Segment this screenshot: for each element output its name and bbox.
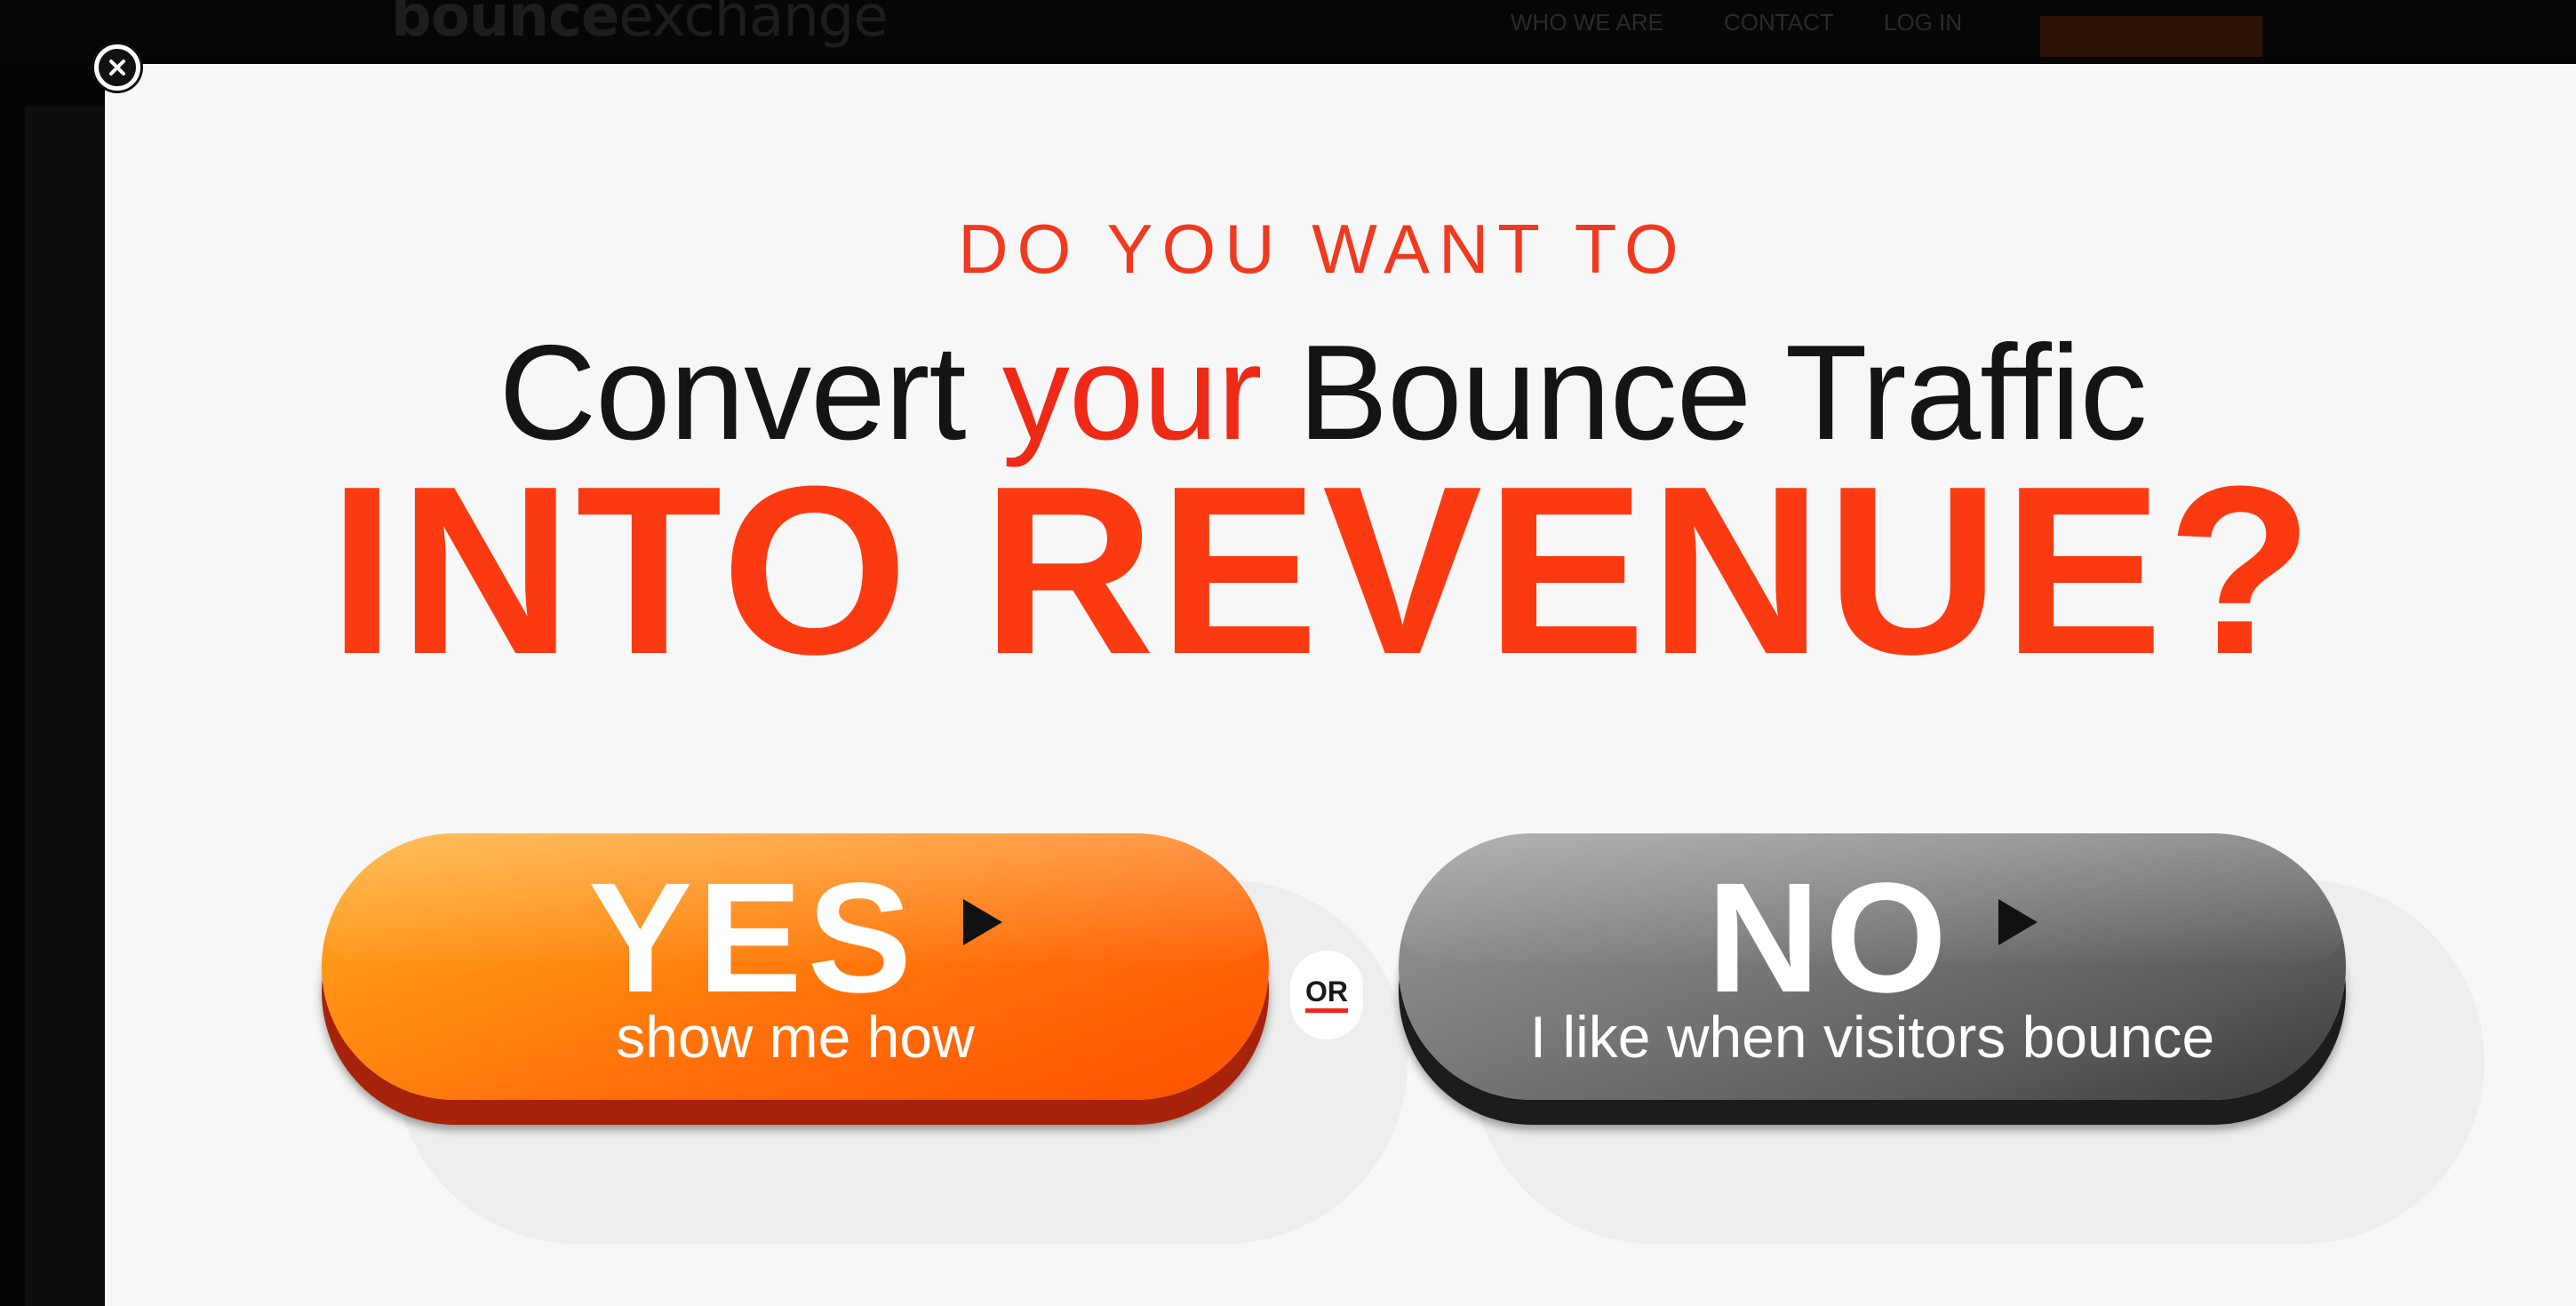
no-button-subtext: I like when visitors bounce — [1529, 1004, 2215, 1070]
no-button-main: NO — [1399, 860, 2346, 1016]
yes-button-main: YES — [322, 860, 1269, 1016]
background-cta-button — [2040, 16, 2262, 57]
or-label: OR — [1305, 977, 1348, 1013]
yes-button-subtext: show me how — [616, 1004, 975, 1070]
background-nav-item: LOG IN — [1884, 9, 1963, 36]
no-visitors-bounce-button[interactable]: NO I like when visitors bounce — [1399, 833, 2346, 1100]
headline-emphasis: INTO REVENUE? — [328, 437, 2317, 705]
play-arrow-icon — [963, 899, 1003, 945]
yes-show-me-how-button[interactable]: YES show me how — [322, 833, 1269, 1100]
close-modal-button[interactable] — [94, 44, 140, 91]
no-button-label: NO — [1707, 851, 1952, 1025]
or-divider: OR — [1290, 951, 1363, 1039]
play-arrow-icon — [1998, 899, 2038, 945]
background-site-header: bounceexchange WHO WE ARE CONTACT LOG IN — [0, 0, 2576, 64]
yes-button-label: YES — [587, 851, 918, 1025]
background-site-logo: bounceexchange — [391, 0, 889, 50]
modal-kicker: DO YOU WANT TO — [958, 210, 1687, 288]
background-nav-item: CONTACT — [1724, 9, 1834, 36]
background-nav-item: WHO WE ARE — [1511, 9, 1663, 36]
close-icon — [109, 60, 125, 76]
